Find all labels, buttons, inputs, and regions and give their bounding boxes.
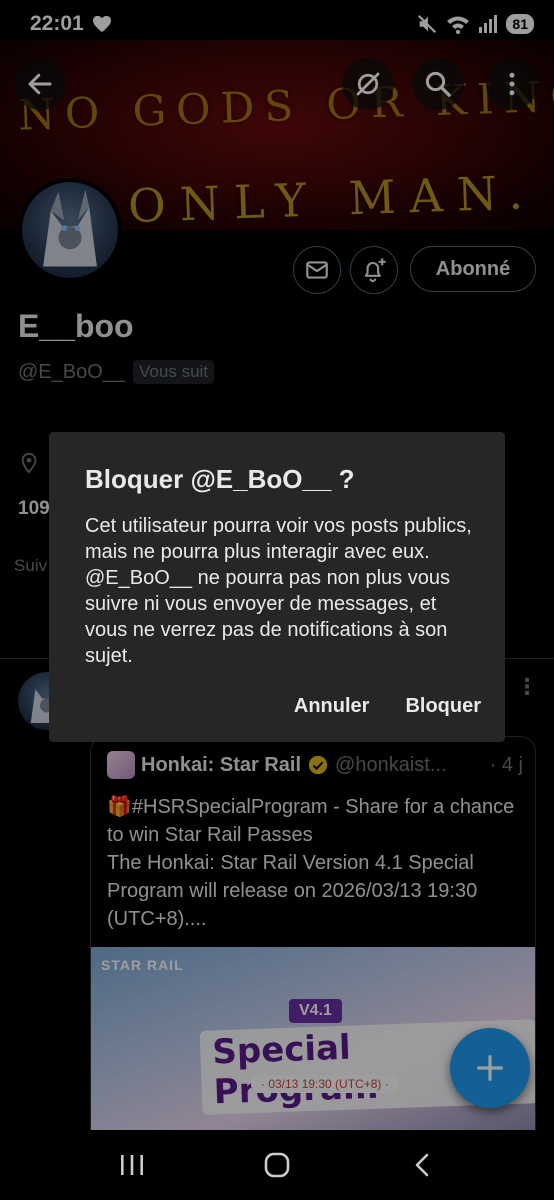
dialog-actions: Annuler Bloquer	[294, 695, 481, 718]
system-back-button[interactable]	[397, 1145, 447, 1185]
block-button[interactable]: Bloquer	[405, 695, 481, 718]
recents-icon	[121, 1155, 144, 1175]
block-confirm-dialog: Bloquer @E_BoO__ ? Cet utilisateur pourr…	[49, 432, 505, 742]
cancel-button[interactable]: Annuler	[294, 695, 370, 718]
home-button[interactable]	[252, 1145, 302, 1185]
dialog-message: Cet utilisateur pourra voir vos posts pu…	[85, 515, 472, 667]
home-icon	[264, 1152, 290, 1178]
chevron-left-icon	[415, 1153, 428, 1177]
system-navigation-bar	[0, 1130, 554, 1200]
dialog-title: Bloquer @E_BoO__ ?	[85, 464, 355, 494]
recent-apps-button[interactable]	[107, 1145, 157, 1185]
